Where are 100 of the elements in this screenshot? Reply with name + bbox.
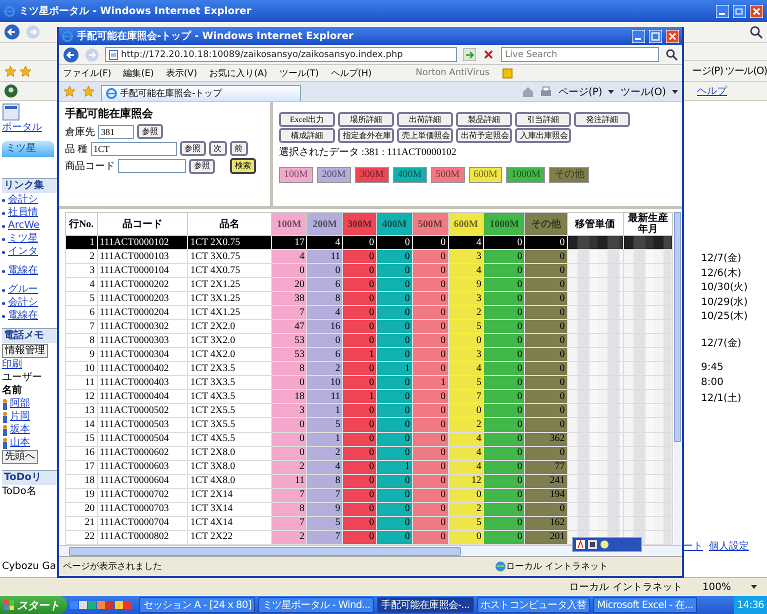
action-button[interactable]: 発注詳細 [574,112,630,127]
table-cell: 17 [66,460,98,474]
sidebar-link[interactable]: 社員情 [8,207,38,219]
table-cell: 3 [448,292,484,306]
input-field[interactable]: 1CT [90,142,176,156]
column-header[interactable]: 200M [306,212,343,236]
address-field[interactable]: http://172.20.10.18:10089/zaikosansyo/zaikosansyo.index.php [105,47,457,62]
print-link[interactable]: 印刷 [2,359,58,371]
table-row[interactable]: 16 111ACT0000602 1CT 2X8.0 0 2 0 0 0 4 0 0 [66,446,673,460]
taskbar-button[interactable]: 手配可能在庫照会-... [377,597,474,613]
table-cell: 0 [484,530,525,544]
sidebar-link[interactable]: 会計シ [8,297,38,309]
column-header[interactable]: 品コード [97,212,188,236]
action-button[interactable]: 場所詳細 [338,112,394,127]
table-row[interactable]: 20 111ACT0000703 1CT 3X14 8 9 0 0 0 2 0 0 [66,502,673,516]
column-header[interactable]: 1000M [484,212,525,236]
zoom-level[interactable]: 100% [702,582,731,592]
lookup-button[interactable]: 参照 [180,141,206,156]
lookup-button[interactable]: 前 [230,141,248,156]
command-menu[interactable]: ツール(O) [620,84,666,98]
action-button[interactable]: 売上単価照会 [397,128,453,143]
table-row[interactable]: 10 111ACT0000402 1CT 2X3.5 8 2 0 1 0 4 0 0 [66,362,673,376]
table-row[interactable]: 8 111ACT0000303 1CT 3X2.0 53 0 0 0 0 0 0 0 [66,334,673,348]
column-header[interactable]: 行No. [66,212,98,236]
user-link[interactable]: 坂本 [10,424,30,436]
table-row[interactable]: 18 111ACT0000604 1CT 4X8.0 11 8 0 0 0 12 0 241 [66,474,673,488]
column-header[interactable]: 品名 [188,212,272,236]
search-button[interactable]: 検索 [230,158,256,174]
action-button[interactable]: 構成詳細 [279,128,335,143]
user-link[interactable]: 片岡 [10,411,30,423]
table-cell: 0 [484,488,525,502]
browser-tab[interactable]: 手配可能在庫照会-トップ [101,85,301,101]
table-row[interactable]: 13 111ACT0000502 1CT 2X5.5 3 1 0 0 0 0 0 0 [66,404,673,418]
sidebar-link[interactable]: ミツ星 [8,233,38,245]
lookup-button[interactable]: 参照 [189,158,215,174]
table-row[interactable]: 7 111ACT0000302 1CT 2X2.0 47 16 0 0 0 5 0 0 [66,320,673,334]
command-menu[interactable]: ージ(P) [692,64,723,78]
table-cell: 0 [412,334,448,348]
column-header[interactable]: 100M [271,212,307,236]
column-header[interactable]: 400M [376,212,412,236]
table-row[interactable]: 19 111ACT0000702 1CT 2X14 7 7 0 0 0 0 0 194 [66,488,673,502]
action-button[interactable]: 出荷予定照会 [456,128,512,143]
table-row[interactable]: 17 111ACT0000603 1CT 3X8.0 2 4 0 1 0 4 0 77 [66,460,673,474]
menu-item[interactable]: 編集(E) [123,66,154,80]
table-row[interactable]: 6 111ACT0000204 1CT 4X1.25 7 4 0 0 0 2 0 0 [66,306,673,320]
table-row[interactable]: 15 111ACT0000504 1CT 4X5.5 0 1 0 0 0 4 0 362 [66,432,673,446]
help-link[interactable]: ヘルプ [697,84,727,98]
menu-item[interactable]: お気に入り(A) [209,66,268,80]
action-button[interactable]: Excel出力 [279,112,335,127]
table-row[interactable]: 3 111ACT0000104 1CT 4X0.75 0 0 0 0 0 4 0 0 [66,264,673,278]
menu-item[interactable]: ツール(T) [279,66,319,80]
user-link[interactable]: 山本 [10,437,30,449]
window-title: ミツ星ポータル - Windows Internet Explorer [19,4,252,18]
input-field[interactable]: 381 [98,124,134,138]
first-page-button[interactable]: 先頭へ [2,450,38,464]
taskbar-button[interactable]: ミツ星ポータル - Wind... [258,597,374,613]
portal-tab[interactable]: ミツ星 [2,141,54,157]
menu-item[interactable]: ヘルプ(H) [330,66,372,80]
menu-item[interactable]: 表示(V) [166,66,198,80]
column-header[interactable]: 移管単価 [567,212,624,236]
action-button[interactable]: 指定倉外在庫 [338,128,394,143]
table-row[interactable]: 12 111ACT0000404 1CT 4X3.5 18 11 1 0 0 7 0 0 [66,390,673,404]
sidebar-link[interactable]: 電線在 [8,310,38,322]
sidebar-link[interactable]: 会計シ [8,194,38,206]
user-link[interactable]: 阿部 [10,398,30,410]
taskbar-button[interactable]: ホストコンピュータ入替 [476,597,590,613]
footer-link[interactable]: ート [683,539,703,553]
table-row[interactable]: 2 111ACT0000103 1CT 3X0.75 4 11 0 0 0 3 0 0 [66,250,673,264]
table-row[interactable]: 4 111ACT0000202 1CT 2X1.25 20 6 0 0 0 9 0 0 [66,278,673,292]
action-button[interactable]: 引当詳細 [515,112,571,127]
column-header[interactable]: 最新生産年月 [623,212,673,236]
action-button[interactable]: 製品詳細 [456,112,512,127]
table-row[interactable]: 9 111ACT0000304 1CT 4X2.0 53 6 1 0 0 3 0 0 [66,348,673,362]
column-header[interactable]: 600M [448,212,484,236]
footer-link[interactable]: 個人設定 [709,539,749,553]
sidebar-link[interactable]: ArcWe [8,220,40,232]
lookup-button[interactable]: 次 [208,141,226,156]
action-button[interactable]: 出荷詳細 [397,112,453,127]
sidebar-link[interactable]: 電線在 [8,265,38,277]
search-field[interactable]: Live Search [501,47,659,62]
table-row[interactable]: 5 111ACT0000203 1CT 3X1.25 38 8 0 0 0 3 0 0 [66,292,673,306]
lookup-button[interactable]: 参照 [137,124,163,139]
memo-button[interactable]: 情報管理 [2,344,48,358]
taskbar-button[interactable]: Microsoft Excel - 在... [593,597,698,613]
table-cell: 0 [376,516,412,530]
table-row[interactable]: 1 111ACT0000102 1CT 2X0.75 17 4 0 0 0 4 0 0 [66,236,673,250]
action-button[interactable]: 入庫出庫照会 [515,128,571,143]
toolbar-label[interactable]: Norton AntiVirus [416,68,490,78]
table-row[interactable]: 14 111ACT0000503 1CT 3X5.5 0 5 0 0 0 2 0 0 [66,418,673,432]
command-menu[interactable]: ページ(P) [558,84,602,98]
table-cell: 7 [66,320,98,334]
command-menu[interactable]: ツール(O) [724,64,767,78]
portal-link[interactable]: ポータル [2,122,58,134]
sidebar-link[interactable]: グルー [8,284,38,296]
sidebar-link[interactable]: インタ [8,246,38,258]
taskbar-button[interactable]: セッション A - [24 x 80] [139,597,256,613]
menu-item[interactable]: ファイル(F) [63,66,112,80]
table-row[interactable]: 11 111ACT0000403 1CT 3X3.5 0 10 0 0 1 5 0 0 [66,376,673,390]
table-cell: 16 [306,320,343,334]
table-row[interactable]: 21 111ACT0000704 1CT 4X14 7 5 0 0 0 5 0 162 [66,516,673,530]
